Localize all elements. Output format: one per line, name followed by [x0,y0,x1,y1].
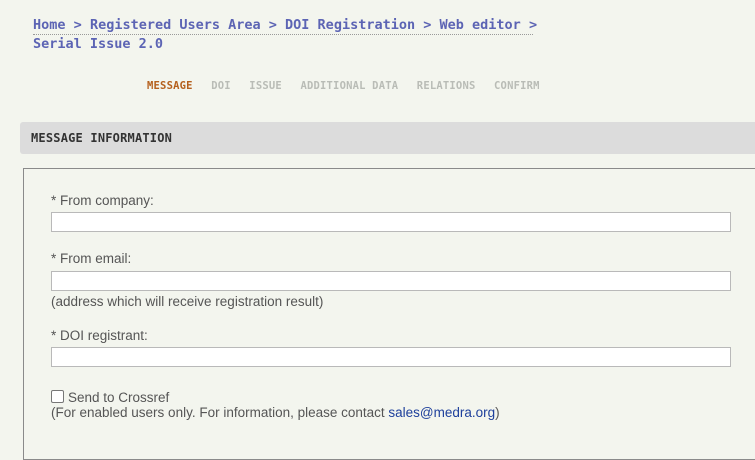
from-company-input[interactable] [51,212,731,232]
section-header: MESSAGE INFORMATION [20,122,755,154]
crossref-note: (For enabled users only. For information… [51,405,500,420]
from-email-note: (address which will receive registration… [51,294,324,309]
breadcrumb-home-link[interactable]: Home [33,17,66,33]
section-title: MESSAGE INFORMATION [31,131,173,145]
breadcrumb: Home > Registered Users Area > DOI Regis… [33,16,755,53]
breadcrumb-separator: > [528,17,538,33]
step-additional-data[interactable]: ADDITIONAL DATA [300,80,398,92]
step-doi[interactable]: DOI [211,80,231,92]
breadcrumb-separator: > [268,17,277,33]
from-email-label: * From email: [51,251,132,266]
doi-registrant-label: * DOI registrant: [51,328,148,343]
crossref-note-prefix: (For enabled users only. For information… [51,405,389,420]
breadcrumb-path: Home > Registered Users Area > DOI Regis… [33,16,537,35]
wizard-steps: MESSAGE DOI ISSUE ADDITIONAL DATA RELATI… [147,80,552,92]
crossref-note-suffix: ) [495,405,500,420]
from-company-label: * From company: [51,193,154,208]
from-email-input[interactable] [51,271,731,291]
breadcrumb-separator: > [73,17,82,33]
crossref-option: Send to Crossref (For enabled users only… [51,390,500,420]
breadcrumb-web-editor-link[interactable]: Web editor [440,17,521,33]
step-issue[interactable]: ISSUE [249,80,282,92]
contact-email-link[interactable]: sales@medra.org [388,405,495,420]
doi-registrant-input[interactable] [51,347,731,367]
breadcrumb-registered-users-link[interactable]: Registered Users Area [90,17,261,33]
breadcrumb-separator: > [423,17,432,33]
breadcrumb-doi-registration-link[interactable]: DOI Registration [285,17,415,33]
page-title: Serial Issue 2.0 [33,36,164,52]
crossref-label[interactable]: Send to Crossref [68,390,169,405]
step-confirm[interactable]: CONFIRM [494,80,540,92]
step-message[interactable]: MESSAGE [147,80,193,92]
step-relations[interactable]: RELATIONS [417,80,476,92]
crossref-checkbox[interactable] [51,390,64,403]
